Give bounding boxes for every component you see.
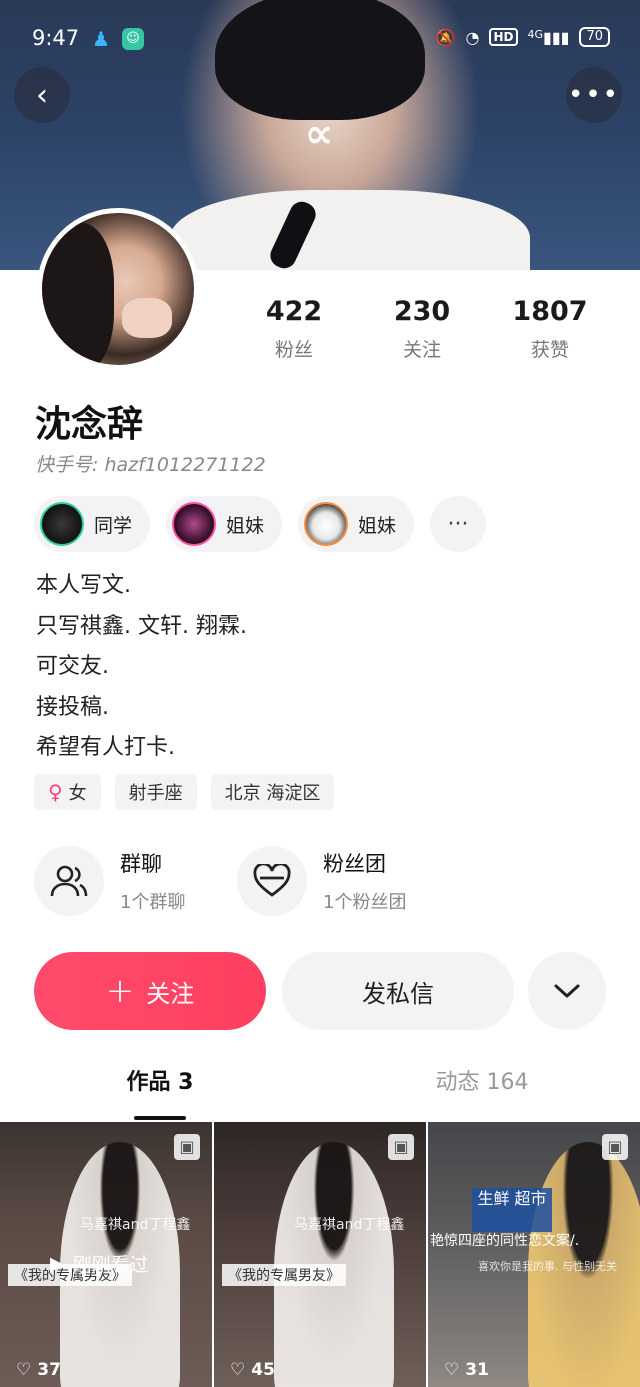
friend-avatar: [304, 502, 349, 546]
bio-line: 可交友.: [36, 654, 109, 679]
active-tab-indicator: [134, 1116, 186, 1120]
follow-button[interactable]: + 关注: [34, 952, 266, 1030]
profile-bio: 本人写文. 只写祺鑫. 文轩. 翔霖. 可交友. 接投稿. 希望有人打卡.: [36, 566, 247, 769]
wifi-icon: ◔: [465, 27, 480, 47]
likes-count: 1807: [512, 296, 588, 327]
post-thumbnail[interactable]: ▣ 马嘉祺and丁程鑫 《我的专属男友》 ▶ 刚刚看过 ♡ 37: [0, 1122, 212, 1387]
followers-label: 粉丝: [274, 339, 313, 361]
profile-nickname: 沈念辞: [35, 404, 144, 445]
female-icon: ♀: [48, 780, 63, 804]
battery-icon: 70: [579, 27, 610, 47]
bio-line: 只写祺鑫. 文轩. 翔霖.: [36, 613, 247, 639]
friend-relation: 姐妹: [358, 514, 397, 537]
post-likes: ♡ 31: [444, 1360, 489, 1380]
post-likes: ♡ 37: [16, 1360, 61, 1380]
group-chat-count: 1个群聊: [120, 892, 186, 913]
location-tag: 北京 海淀区: [210, 774, 335, 810]
ellipsis-icon: •••: [567, 80, 620, 110]
image-post-icon: ▣: [388, 1134, 414, 1160]
qq-notification-icon: ♟: [92, 27, 110, 51]
stat-following[interactable]: 230 关注: [372, 296, 472, 362]
post-thumbnail[interactable]: ▣ 马嘉祺and丁程鑫 《我的专属男友》 ♡ 45: [214, 1122, 426, 1387]
kuaishou-id[interactable]: 快手号: hazf1012271122: [35, 450, 266, 477]
avatar[interactable]: [37, 208, 199, 370]
status-bar: 9:47 ♟ ☺ 🔕 ◔ HD 4G▮▮▮ 70: [0, 0, 640, 78]
friend-avatar: [172, 502, 217, 546]
image-post-icon: ▣: [602, 1134, 628, 1160]
tab-works[interactable]: 作品 3: [50, 1064, 270, 1096]
mute-icon: 🔕: [435, 27, 456, 47]
post-title: 马嘉祺and丁程鑫: [294, 1217, 405, 1233]
more-friends-button[interactable]: ···: [430, 496, 487, 552]
status-time: 9:47: [32, 26, 80, 50]
group-chat-title: 群聊: [120, 852, 162, 876]
bio-line: 希望有人打卡.: [36, 735, 175, 760]
following-count: 230: [393, 296, 451, 327]
post-likes: ♡ 45: [230, 1360, 275, 1380]
profile-actions: + 关注 发私信: [34, 952, 608, 1030]
group-users-icon: [34, 846, 104, 916]
plus-icon: +: [105, 971, 135, 1011]
post-caption: 喜欢你是我的事. 与性别无关: [478, 1260, 617, 1273]
chevron-left-icon: ‹: [36, 77, 48, 113]
heart-outline-icon: ♡: [16, 1360, 32, 1380]
recently-viewed-badge: ▶ 刚刚看过: [50, 1252, 149, 1277]
friend-list: 同学 姐妹 姐妹 ···: [34, 496, 487, 552]
fan-club-entry[interactable]: 粉丝团 1个粉丝团: [237, 846, 477, 918]
friend-chip[interactable]: 姐妹: [298, 496, 415, 552]
heart-outline-icon: ♡: [230, 1360, 246, 1380]
zodiac-tag: 射手座: [114, 774, 197, 810]
friend-avatar: [40, 502, 84, 546]
expand-button[interactable]: [528, 952, 606, 1030]
bio-line: 本人写文.: [36, 573, 131, 598]
image-post-icon: ▣: [174, 1134, 200, 1160]
friend-relation: 同学: [94, 514, 133, 537]
post-thumbnail[interactable]: 生鲜 超市 ▣ 艳惊四座的同性恋文案/. 喜欢你是我的事. 与性别无关 ♡ 31: [428, 1122, 640, 1387]
friend-relation: 姐妹: [226, 514, 265, 537]
more-options-button[interactable]: •••: [566, 67, 622, 123]
friend-chip[interactable]: 同学: [34, 496, 151, 552]
app-notification-icon: ☺: [122, 28, 144, 50]
hd-badge: HD: [489, 28, 518, 46]
heart-outline-icon: ♡: [444, 1360, 460, 1380]
tab-moments[interactable]: 动态 164: [372, 1064, 592, 1096]
followers-count: 422: [265, 296, 323, 327]
likes-label: 获赞: [530, 339, 569, 361]
profile-tags: ♀ 女 射手座 北京 海淀区: [34, 774, 335, 810]
fan-club-count: 1个粉丝团: [323, 892, 407, 913]
post-subtitle: 《我的专属男友》: [222, 1264, 346, 1286]
gender-tag: ♀ 女: [34, 774, 101, 810]
post-title: 艳惊四座的同性恋文案/.: [430, 1233, 580, 1249]
bio-line: 接投稿.: [36, 694, 109, 720]
shop-sign: 生鲜 超市: [472, 1188, 552, 1232]
stat-followers[interactable]: 422 粉丝: [244, 296, 344, 362]
friend-chip[interactable]: 姐妹: [166, 496, 283, 552]
follow-label: 关注: [146, 979, 195, 1008]
kuaishou-watermark-icon: ∝: [304, 111, 334, 157]
signal-icon: 4G▮▮▮: [527, 27, 570, 47]
play-icon: ▶: [50, 1252, 65, 1275]
back-button[interactable]: ‹: [14, 67, 70, 123]
works-grid: ▣ 马嘉祺and丁程鑫 《我的专属男友》 ▶ 刚刚看过 ♡ 37 ▣ 马嘉祺an…: [0, 1122, 640, 1387]
following-label: 关注: [402, 339, 441, 361]
chevron-down-icon: [554, 984, 580, 998]
stat-likes[interactable]: 1807 获赞: [500, 296, 600, 362]
heart-icon: [237, 846, 307, 916]
cover-shirt: [170, 190, 530, 270]
post-title: 马嘉祺and丁程鑫: [80, 1217, 191, 1233]
fan-club-title: 粉丝团: [323, 852, 386, 876]
content-tabs: 作品 3 动态 164: [0, 1064, 640, 1122]
ellipsis-icon: ···: [447, 511, 469, 537]
send-message-button[interactable]: 发私信: [282, 952, 514, 1030]
